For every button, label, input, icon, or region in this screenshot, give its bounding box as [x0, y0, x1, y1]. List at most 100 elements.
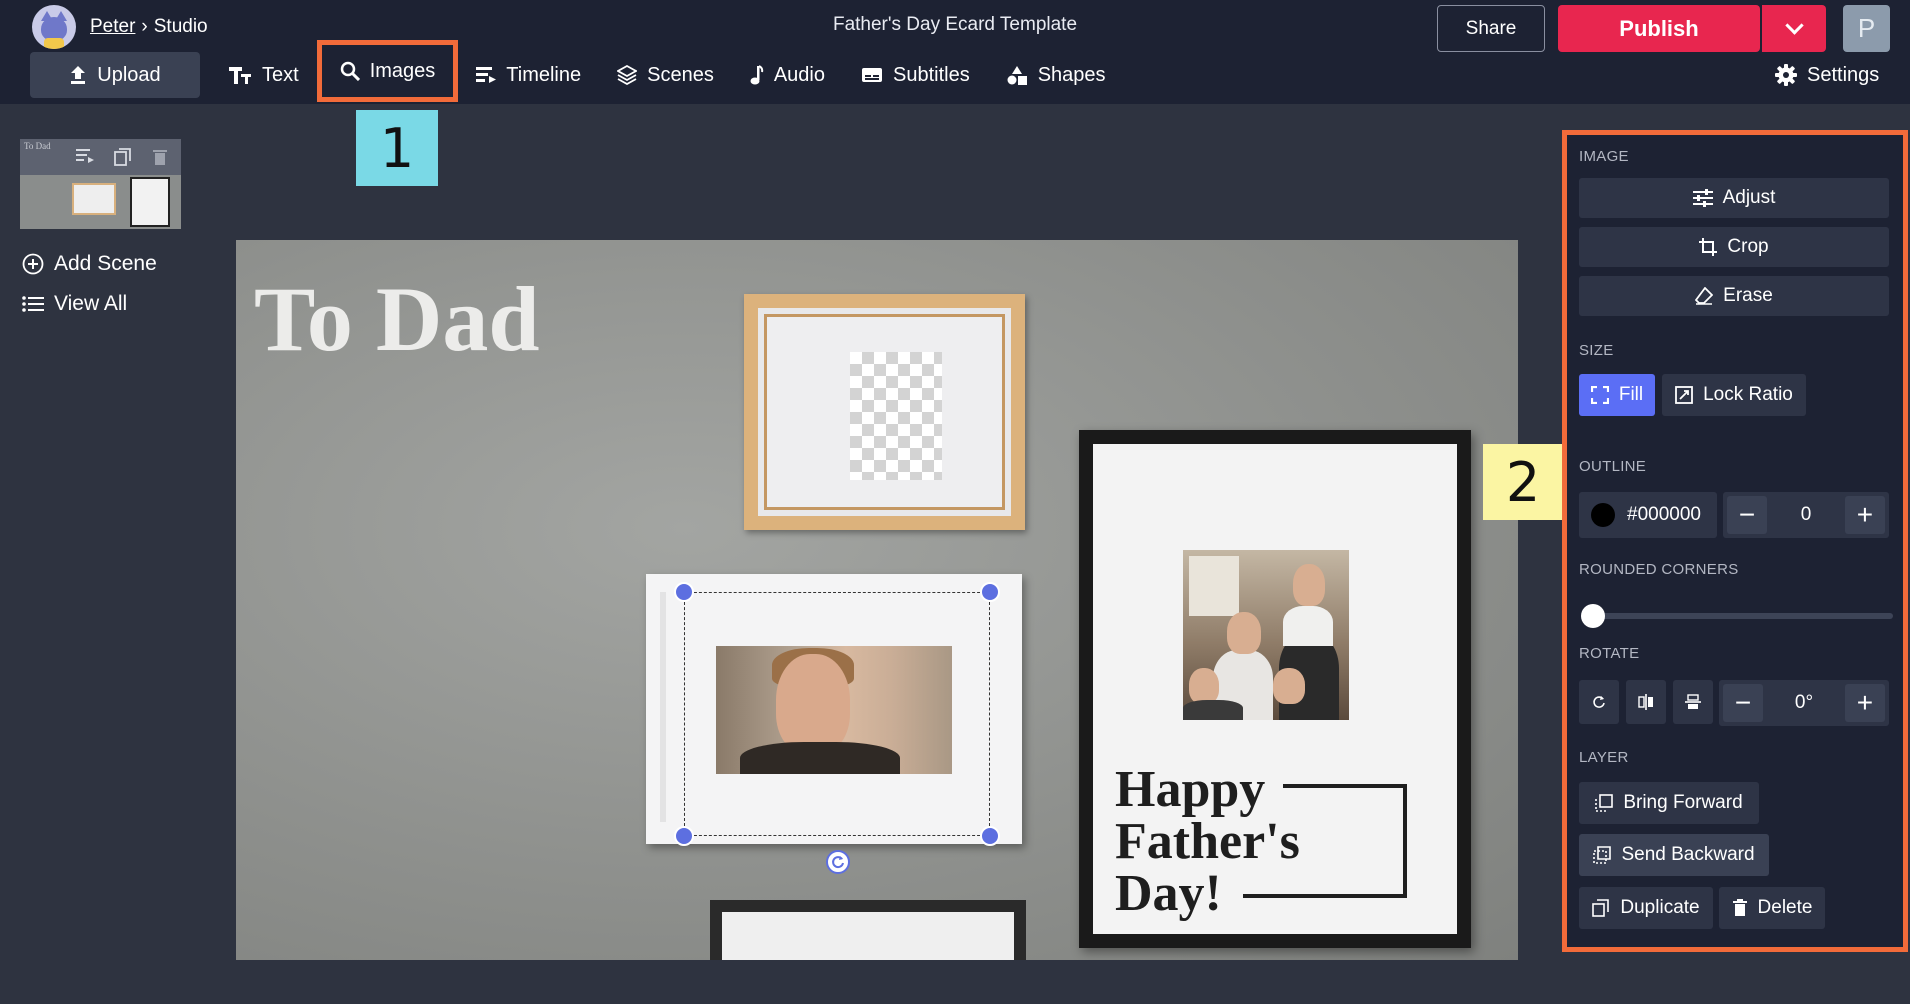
- share-button[interactable]: Share: [1437, 5, 1545, 52]
- layers-icon: [617, 65, 638, 85]
- adjust-button[interactable]: Adjust: [1579, 178, 1889, 218]
- avatar[interactable]: [32, 5, 76, 49]
- rotate-value[interactable]: 0°: [1795, 692, 1813, 714]
- bottom-frame-image[interactable]: [710, 900, 1026, 960]
- crop-button[interactable]: Crop: [1579, 227, 1889, 267]
- timeline-tool-label: Timeline: [506, 63, 582, 86]
- trash-icon[interactable]: [152, 148, 172, 166]
- timeline-icon: [476, 66, 497, 84]
- resize-handle-bottom-left[interactable]: [674, 826, 694, 846]
- upload-label: Upload: [97, 63, 161, 86]
- text-icon: [228, 65, 252, 85]
- breadcrumb-user-link[interactable]: Peter: [90, 16, 135, 38]
- publish-options-button[interactable]: [1762, 5, 1826, 52]
- upload-button[interactable]: Upload: [30, 52, 200, 98]
- breadcrumb: Peter › Studio: [32, 4, 208, 50]
- bring-forward-label: Bring Forward: [1623, 792, 1743, 813]
- rotate-stepper: − 0° +: [1719, 680, 1889, 726]
- black-frame-card[interactable]: Happy Father's Day!: [1079, 430, 1471, 948]
- bring-forward-button[interactable]: Bring Forward: [1579, 782, 1759, 824]
- transparent-placeholder-image[interactable]: [850, 352, 942, 480]
- flip-vertical-button[interactable]: [1673, 680, 1713, 724]
- rounded-corners-slider[interactable]: [1589, 613, 1893, 619]
- erase-button[interactable]: Erase: [1579, 276, 1889, 316]
- send-backward-icon: [1593, 846, 1612, 864]
- callout-number-2: 2: [1483, 444, 1563, 520]
- color-swatch: [1591, 503, 1615, 527]
- outline-color-value: #000000: [1627, 504, 1701, 525]
- profile-button[interactable]: P: [1843, 5, 1890, 52]
- bracket-line-shape[interactable]: [1243, 894, 1283, 898]
- card-greeting-line-1: Happy: [1115, 761, 1266, 818]
- publish-button[interactable]: Publish: [1558, 5, 1760, 52]
- rotate-section-label: ROTATE: [1579, 645, 1640, 662]
- image-properties-panel: IMAGE Adjust Crop Erase SIZE Fill Lock R…: [1567, 135, 1903, 947]
- outline-color-picker[interactable]: #000000: [1579, 492, 1717, 538]
- scenes-tool-button[interactable]: Scenes: [599, 52, 732, 98]
- outline-decrease-button[interactable]: −: [1727, 496, 1767, 534]
- lock-ratio-button[interactable]: Lock Ratio: [1662, 374, 1806, 416]
- fill-button[interactable]: Fill: [1579, 374, 1655, 416]
- expand-icon: [1590, 386, 1609, 404]
- subtitles-tool-button[interactable]: Subtitles: [843, 52, 988, 98]
- timeline-tool-button[interactable]: Timeline: [458, 52, 599, 98]
- family-photo[interactable]: [1183, 550, 1349, 720]
- adjust-label: Adjust: [1722, 187, 1776, 208]
- scene-thumbnail[interactable]: To Dad: [20, 139, 181, 229]
- view-all-button[interactable]: View All: [22, 292, 127, 316]
- shapes-tool-label: Shapes: [1037, 63, 1106, 86]
- layer-section-label: LAYER: [1579, 749, 1629, 766]
- delete-button[interactable]: Delete: [1719, 887, 1825, 929]
- resize-handle-bottom-right[interactable]: [980, 826, 1000, 846]
- text-tool-button[interactable]: Text: [210, 52, 317, 98]
- sliders-icon: [1692, 189, 1713, 207]
- document-title[interactable]: Father's Day Ecard Template: [760, 14, 1150, 36]
- rotate-decrease-button[interactable]: −: [1723, 684, 1763, 722]
- rotate-icon: [1592, 695, 1606, 709]
- gear-icon: [1775, 64, 1797, 86]
- rotate-increase-button[interactable]: +: [1844, 684, 1885, 722]
- top-bar: Peter › Studio Father's Day Ecard Templa…: [0, 0, 1910, 104]
- flip-horizontal-icon: [1638, 694, 1654, 710]
- editor-toolbar: Upload Text Images Timeline Scenes Audio…: [30, 40, 1124, 102]
- crop-icon: [1699, 238, 1718, 256]
- lock-ratio-label: Lock Ratio: [1703, 384, 1793, 405]
- fill-label: Fill: [1618, 384, 1644, 405]
- add-scene-label: Add Scene: [54, 252, 157, 275]
- card-greeting-line-2: Father's: [1115, 813, 1300, 870]
- settings-label: Settings: [1807, 63, 1880, 86]
- canvas-title-text[interactable]: To Dad: [254, 266, 540, 372]
- erase-label: Erase: [1723, 285, 1773, 306]
- shapes-tool-button[interactable]: Shapes: [988, 52, 1124, 98]
- scene-timeline-icon[interactable]: [76, 148, 96, 166]
- bring-forward-icon: [1595, 794, 1614, 812]
- images-tool-button[interactable]: Images: [316, 40, 459, 102]
- send-backward-button[interactable]: Send Backward: [1579, 834, 1769, 876]
- resize-handle-top-right[interactable]: [980, 582, 1000, 602]
- rotate-handle-icon[interactable]: [826, 850, 850, 874]
- outline-section-label: OUTLINE: [1579, 458, 1647, 475]
- rotate-clockwise-button[interactable]: [1579, 680, 1619, 724]
- list-icon: [22, 295, 44, 313]
- resize-handle-top-left[interactable]: [674, 582, 694, 602]
- duplicate-button[interactable]: Duplicate: [1579, 887, 1713, 929]
- audio-tool-button[interactable]: Audio: [732, 52, 843, 98]
- size-section-label: SIZE: [1579, 342, 1614, 359]
- scenes-tool-label: Scenes: [647, 63, 714, 86]
- editor-canvas[interactable]: To Dad Happy Father's Day!: [236, 240, 1518, 960]
- settings-button[interactable]: Settings: [1775, 52, 1879, 98]
- duplicate-scene-icon[interactable]: [114, 148, 134, 166]
- wood-frame-image[interactable]: [744, 294, 1025, 530]
- trash-icon: [1732, 899, 1748, 917]
- add-scene-button[interactable]: Add Scene: [22, 252, 157, 276]
- outline-width-value[interactable]: 0: [1801, 504, 1812, 526]
- bracket-shape[interactable]: [1283, 784, 1407, 898]
- flip-horizontal-button[interactable]: [1626, 680, 1666, 724]
- rounded-corners-section-label: ROUNDED CORNERS: [1579, 561, 1739, 578]
- breadcrumb-section: Studio: [153, 16, 208, 37]
- outline-increase-button[interactable]: +: [1844, 496, 1885, 534]
- images-tool-label: Images: [369, 59, 436, 82]
- aspect-ratio-icon: [1675, 386, 1694, 404]
- selection-box[interactable]: [684, 592, 990, 836]
- rounded-corners-slider-thumb[interactable]: [1581, 604, 1605, 628]
